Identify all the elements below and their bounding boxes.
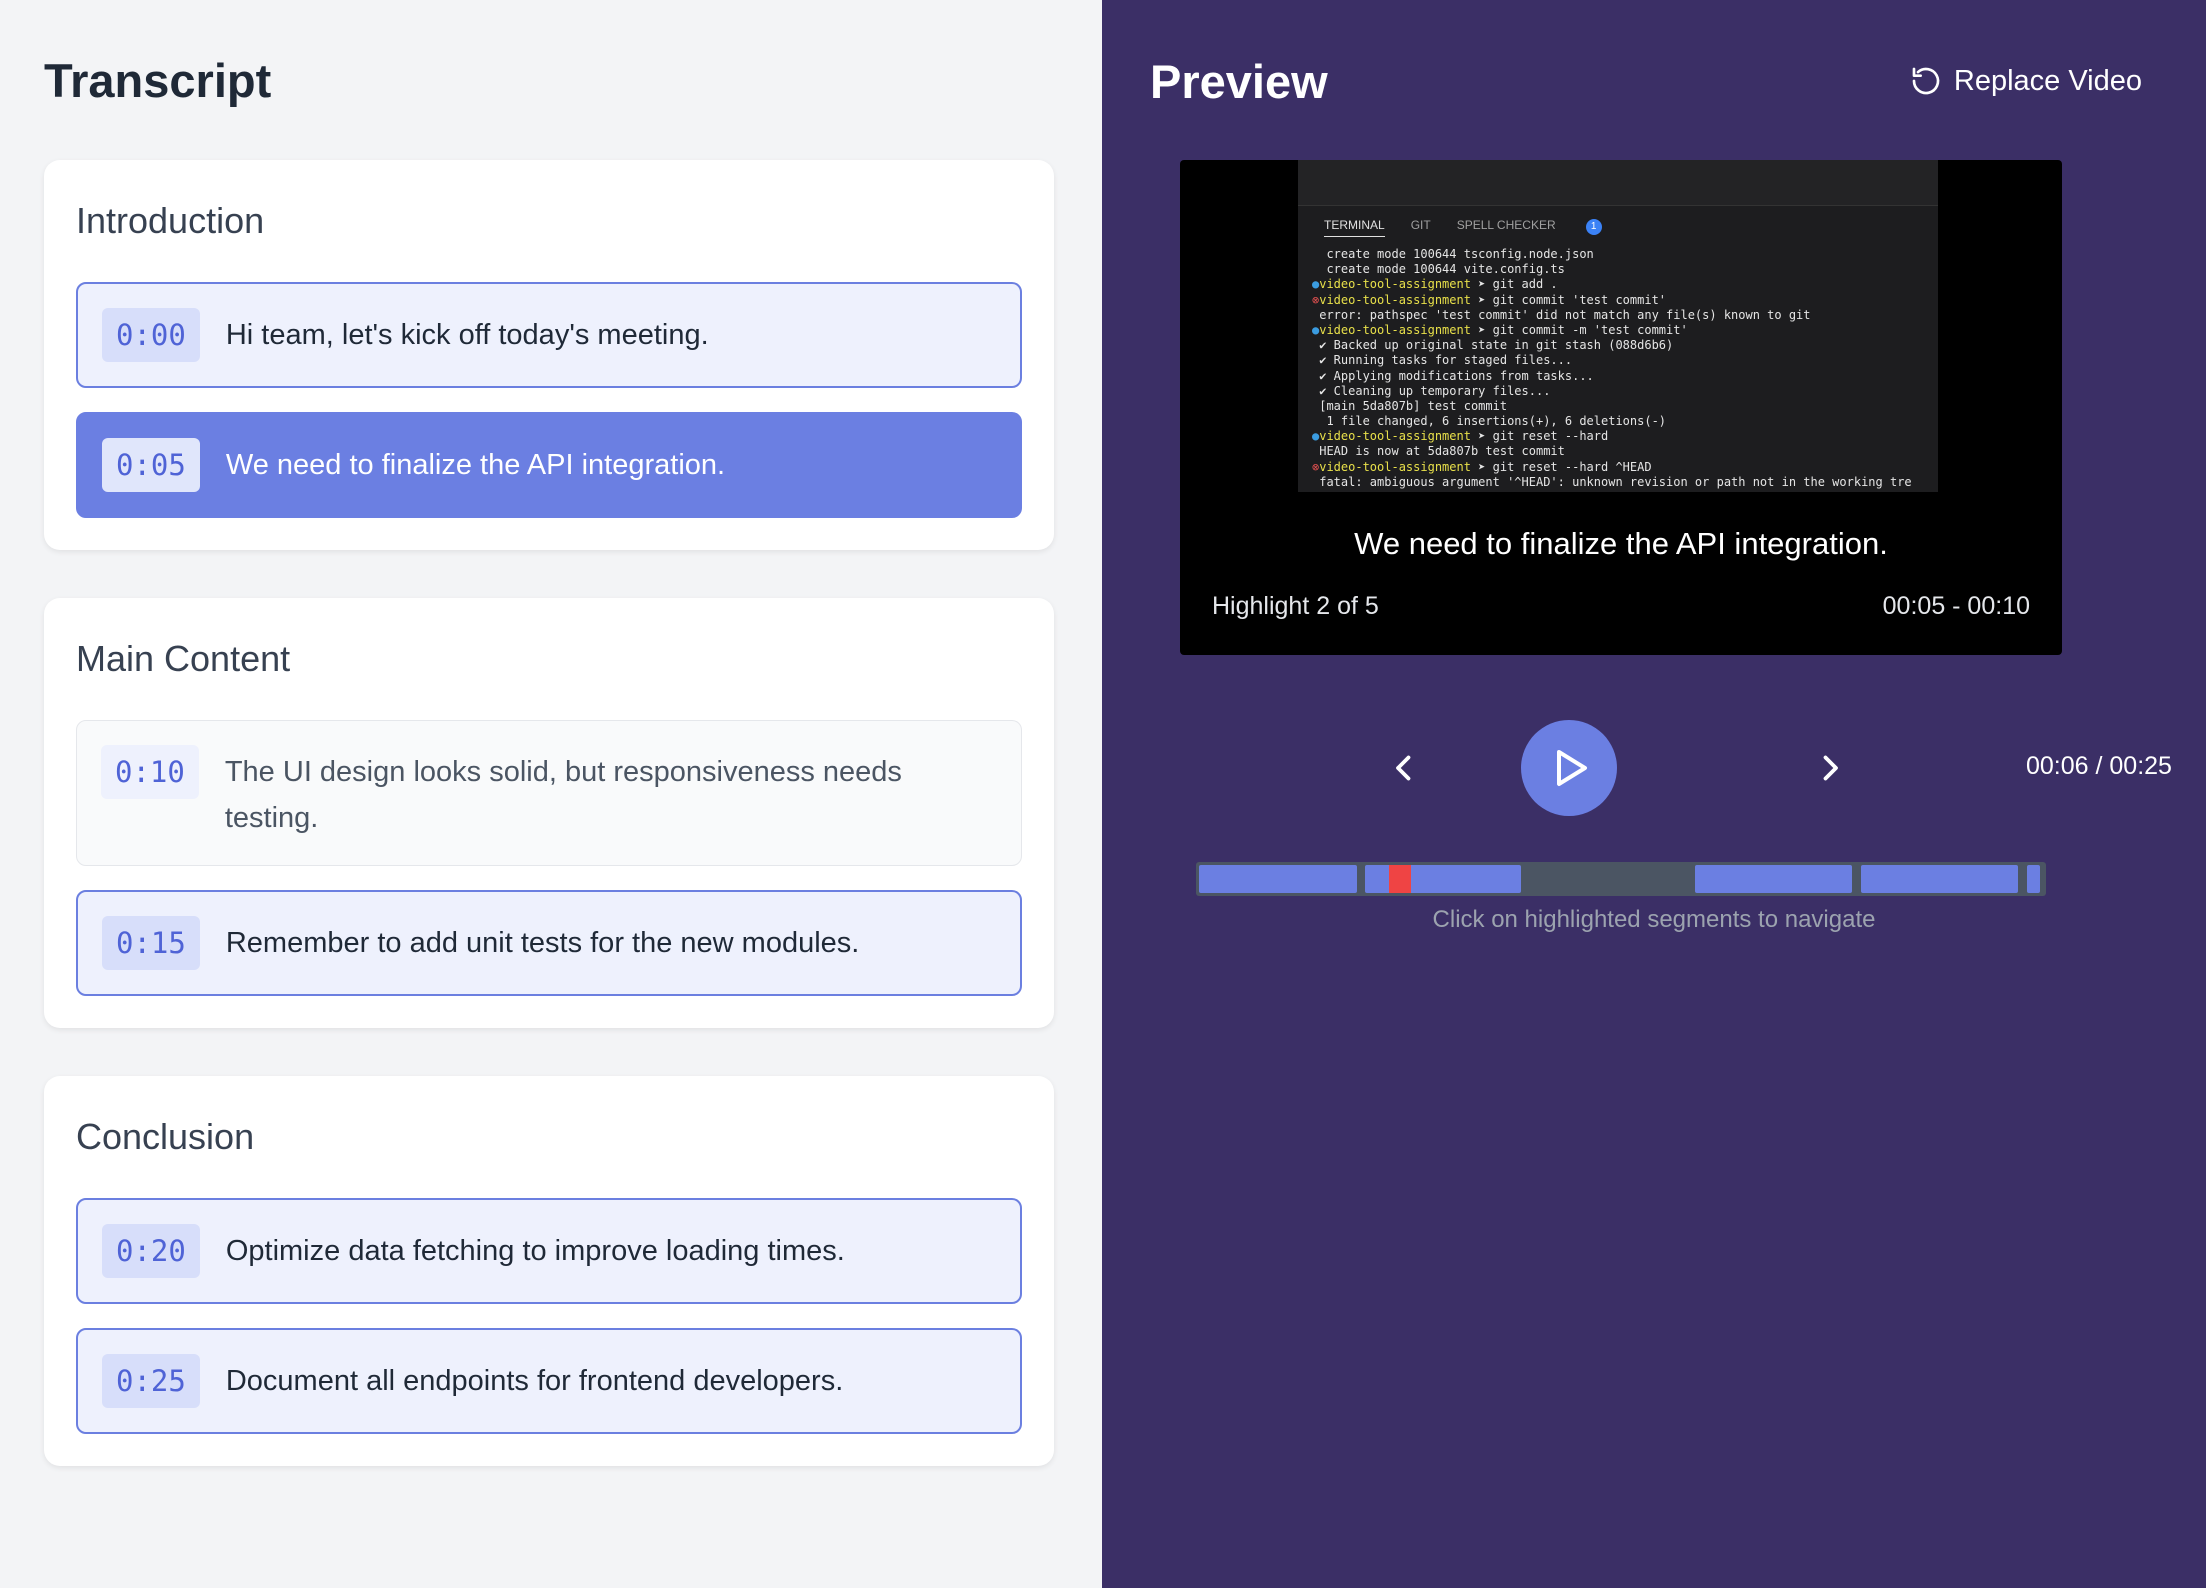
video-footer: Highlight 2 of 5 00:05 - 00:10	[1212, 592, 2030, 621]
transcript-segment[interactable]: 0:15 Remember to add unit tests for the …	[76, 890, 1022, 996]
highlight-counter: Highlight 2 of 5	[1212, 592, 1379, 620]
video-caption: We need to finalize the API integration.	[1354, 526, 1888, 561]
terminal-prompt: video-tool-assignment	[1319, 459, 1471, 474]
preview-header: Preview Replace Video	[1150, 50, 2146, 112]
terminal-prompt: video-tool-assignment	[1319, 292, 1471, 307]
next-highlight-button[interactable]	[1812, 750, 1848, 786]
terminal-line-text: fatal: ambiguous argument '^HEAD': unkno…	[1319, 474, 1912, 489]
terminal-line: ●video-tool-assignment ➤ git add .	[1312, 277, 1938, 292]
terminal-tabs: TERMINAL GIT SPELL CHECKER 1	[1298, 206, 1938, 245]
terminal-line: ✔ Backed up original state in git stash …	[1312, 338, 1938, 353]
segment-text: Hi team, let's kick off today's meeting.	[225, 319, 709, 351]
transcript-segment[interactable]: 0:00 Hi team, let's kick off today's mee…	[76, 282, 1022, 388]
preview-title: Preview	[1150, 54, 1328, 108]
playback-controls: 00:06 / 00:25	[1102, 720, 2206, 816]
segment-timestamp[interactable]: 0:05	[102, 438, 200, 492]
terminal-line-text: ✔ Cleaning up temporary files...	[1319, 383, 1551, 398]
segment-text: We need to finalize the API integration.	[225, 449, 726, 481]
terminal-line-text: HEAD is now at 5da807b test commit	[1319, 444, 1565, 459]
segment-text: Optimize data fetching to improve loadin…	[225, 1235, 845, 1267]
rotate-ccw-icon	[1912, 67, 1940, 95]
spell-checker-tab: SPELL CHECKER 1	[1457, 218, 1628, 237]
transcript-segment-active[interactable]: 0:05 We need to finalize the API integra…	[76, 412, 1022, 518]
terminal-tab: TERMINAL	[1324, 218, 1385, 237]
terminal-line: ⊗video-tool-assignment ➤ git reset --har…	[1312, 460, 1938, 475]
terminal-topbar	[1298, 160, 1938, 206]
timeline-highlight-segment[interactable]	[1861, 865, 2018, 893]
segment-timestamp[interactable]: 0:10	[101, 745, 199, 799]
section-title: Introduction	[76, 200, 265, 241]
section-introduction: Introduction 0:00 Hi team, let's kick of…	[44, 160, 1054, 550]
section-title: Conclusion	[76, 1116, 255, 1157]
terminal-line-text: [main 5da807b] test commit	[1319, 398, 1508, 413]
terminal-line: ●video-tool-assignment ➤ git commit -m '…	[1312, 323, 1938, 338]
segment-timestamp[interactable]: 0:00	[102, 308, 200, 362]
play-button[interactable]	[1521, 720, 1617, 816]
terminal-output: create mode 100644 tsconfig.node.json cr…	[1298, 245, 1938, 490]
spell-checker-badge: 1	[1585, 219, 1602, 235]
segment-text: The UI design looks solid, but responsiv…	[224, 756, 902, 834]
time-display: 00:06 / 00:25	[2026, 752, 2172, 780]
app-root: Transcript Introduction 0:00 Hi team, le…	[0, 0, 2206, 1588]
transcript-segment[interactable]: 0:20 Optimize data fetching to improve l…	[76, 1198, 1022, 1304]
terminal-line-text: ✔ Backed up original state in git stash …	[1319, 338, 1674, 353]
previous-highlight-button[interactable]	[1386, 750, 1422, 786]
terminal-line: create mode 100644 tsconfig.node.json	[1312, 247, 1938, 262]
terminal-line-text: ➤ git reset --hard ^HEAD	[1470, 459, 1652, 474]
terminal-line: fatal: ambiguous argument '^HEAD': unkno…	[1312, 475, 1938, 490]
terminal-line: ✔ Applying modifications from tasks...	[1312, 369, 1938, 384]
segment-timestamp[interactable]: 0:20	[102, 1224, 200, 1278]
segment-timestamp[interactable]: 0:15	[102, 916, 200, 970]
section-conclusion: Conclusion 0:20 Optimize data fetching t…	[44, 1076, 1054, 1466]
transcript-segment[interactable]: 0:25 Document all endpoints for frontend…	[76, 1328, 1022, 1434]
terminal-line-text: ➤ git commit -m 'test commit'	[1470, 322, 1688, 337]
terminal-line-text: ✔ Applying modifications from tasks...	[1319, 368, 1594, 383]
terminal-line: ✔ Cleaning up temporary files...	[1312, 384, 1938, 399]
terminal-line-text: create mode 100644 tsconfig.node.json	[1319, 247, 1594, 261]
segment-text: Remember to add unit tests for the new m…	[225, 927, 860, 959]
terminal-prompt: video-tool-assignment	[1319, 429, 1471, 444]
terminal-line: ●video-tool-assignment ➤ git reset --har…	[1312, 429, 1938, 444]
section-main-content: Main Content 0:10 The UI design looks so…	[44, 598, 1054, 1028]
terminal-line-text: ➤ git reset --hard	[1470, 429, 1609, 444]
terminal-line: create mode 100644 vite.config.ts	[1312, 262, 1938, 277]
terminal-line: [main 5da807b] test commit	[1312, 399, 1938, 414]
chevron-right-icon	[1823, 755, 1838, 781]
section-title: Main Content	[76, 638, 291, 679]
terminal-line: 1 file changed, 6 insertions(+), 6 delet…	[1312, 414, 1938, 429]
terminal-line: ✔ Running tasks for staged files...	[1312, 353, 1938, 368]
video-player[interactable]: TERMINAL GIT SPELL CHECKER 1 create mode …	[1180, 160, 2062, 655]
play-icon	[1557, 750, 1587, 786]
replace-video-label: Replace Video	[1953, 64, 2142, 97]
terminal-line-text: ✔ Running tasks for staged files...	[1319, 353, 1573, 368]
preview-panel: Preview Replace Video TERMINAL GIT SPELL…	[1102, 0, 2206, 1588]
terminal-line-text: 1 file changed, 6 insertions(+), 6 delet…	[1319, 414, 1667, 429]
spell-checker-label: SPELL CHECKER	[1456, 218, 1556, 232]
transcript-title: Transcript	[44, 54, 272, 107]
video-frame-terminal: TERMINAL GIT SPELL CHECKER 1 create mode …	[1298, 160, 1938, 492]
terminal-prompt: video-tool-assignment	[1319, 322, 1471, 337]
terminal-line-text: create mode 100644 vite.config.ts	[1319, 262, 1565, 277]
timeline-highlight-segment[interactable]	[2027, 865, 2040, 893]
terminal-prompt: video-tool-assignment	[1319, 277, 1471, 292]
terminal-line: HEAD is now at 5da807b test commit	[1312, 444, 1938, 459]
replace-video-button[interactable]: Replace Video	[1910, 65, 2142, 98]
transcript-panel: Transcript Introduction 0:00 Hi team, le…	[0, 0, 1102, 1588]
timeline-playhead[interactable]	[1389, 865, 1411, 893]
highlight-range: 00:05 - 00:10	[1882, 592, 2030, 620]
terminal-line-text: ➤ git add .	[1470, 277, 1558, 292]
transcript-segment[interactable]: 0:10 The UI design looks solid, but resp…	[76, 720, 1022, 866]
highlight-timeline[interactable]	[1196, 862, 2046, 896]
terminal-line: ⊗video-tool-assignment ➤ git commit 'tes…	[1312, 293, 1938, 308]
git-tab: GIT	[1410, 218, 1431, 232]
timeline-highlight-segment[interactable]	[1695, 865, 1852, 893]
timeline-hint: Click on highlighted segments to navigat…	[1432, 906, 1876, 933]
segment-timestamp[interactable]: 0:25	[102, 1354, 200, 1408]
terminal-line-text: ➤ git commit 'test commit'	[1470, 292, 1667, 307]
segment-text: Document all endpoints for frontend deve…	[225, 1365, 844, 1397]
terminal-line: error: pathspec 'test commit' did not ma…	[1312, 308, 1938, 323]
terminal-line-text: error: pathspec 'test commit' did not ma…	[1319, 307, 1811, 322]
chevron-left-icon	[1396, 755, 1411, 781]
timeline-highlight-segment[interactable]	[1199, 865, 1357, 893]
